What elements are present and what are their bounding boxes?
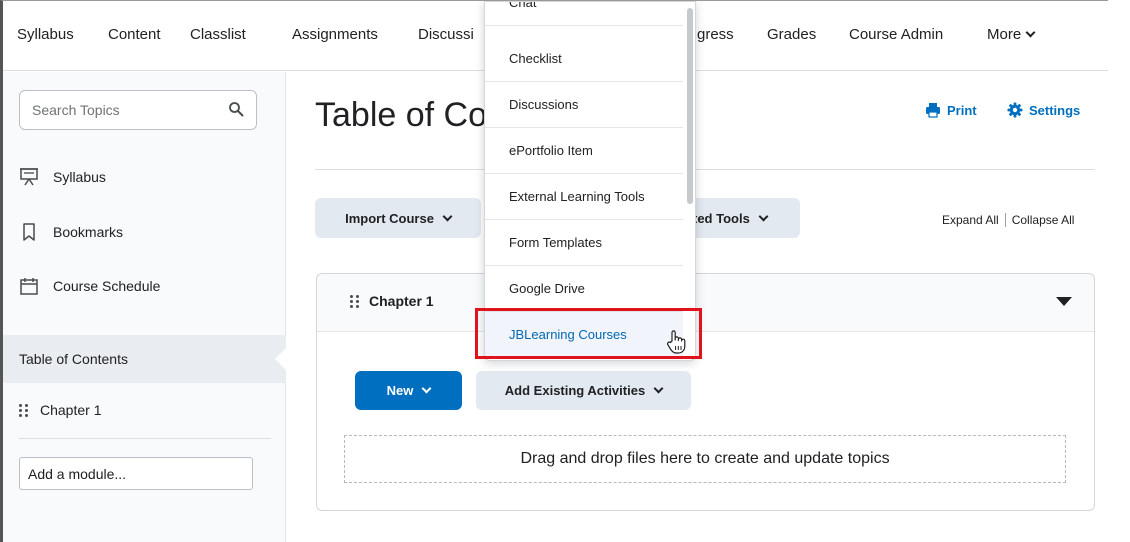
file-dropzone[interactable]: Drag and drop files here to create and u…	[344, 435, 1066, 483]
import-course-button[interactable]: Import Course	[315, 198, 481, 238]
expand-all-link[interactable]: Expand All	[942, 213, 999, 227]
menu-item-google-drive[interactable]: Google Drive	[485, 266, 683, 312]
module-label: Chapter 1	[40, 402, 102, 418]
nav-assignments[interactable]: Assignments	[292, 26, 378, 43]
caret-down-icon[interactable]	[1056, 297, 1072, 306]
content-sidebar: Syllabus Bookmarks Course Schedule Table…	[3, 72, 287, 542]
menu-item-chat[interactable]: Chat	[485, 2, 683, 26]
add-existing-dropdown-menu: Chat Checklist Discussions ePortfolio It…	[484, 1, 696, 361]
sidebar-module-chapter[interactable]: Chapter 1	[19, 402, 101, 418]
selected-indicator	[275, 347, 287, 371]
related-tools-label: ted Tools	[693, 210, 750, 226]
sidebar-table-of-contents[interactable]: Table of Contents	[3, 335, 287, 383]
sidebar-link-syllabus[interactable]: Syllabus	[19, 167, 106, 187]
calendar-icon	[20, 278, 38, 295]
nav-progress[interactable]: gress	[697, 26, 734, 43]
dropdown-scrollbar[interactable]	[687, 8, 693, 204]
page-title: Table of Co	[315, 96, 487, 134]
new-label: New	[386, 383, 414, 398]
settings-label: Settings	[1029, 102, 1081, 118]
toc-label: Table of Contents	[19, 351, 128, 367]
sidebar-link-label: Syllabus	[53, 169, 106, 185]
add-existing-activities-button[interactable]: Add Existing Activities	[476, 371, 691, 410]
add-existing-label: Add Existing Activities	[504, 383, 646, 398]
nav-more-menu[interactable]: More	[987, 26, 1036, 43]
module-header[interactable]: Chapter 1	[317, 274, 1094, 332]
add-module-input[interactable]: Add a module...	[19, 457, 253, 490]
nav-classlist[interactable]: Classlist	[190, 26, 246, 43]
sidebar-link-bookmarks[interactable]: Bookmarks	[19, 222, 123, 242]
drag-handle-icon[interactable]	[19, 403, 28, 417]
title-divider	[315, 169, 1095, 170]
search-box	[19, 90, 257, 130]
drag-handle-icon[interactable]	[350, 294, 359, 308]
menu-item-external-learning-tools[interactable]: External Learning Tools	[485, 174, 683, 220]
expand-collapse-links: Expand All Collapse All	[942, 213, 1074, 227]
gear-icon	[1007, 102, 1023, 118]
bookmark-icon	[23, 223, 35, 241]
divider	[1004, 213, 1006, 227]
chevron-down-icon	[421, 383, 432, 394]
nav-grades[interactable]: Grades	[767, 26, 816, 43]
nav-discussions[interactable]: Discussi	[418, 26, 474, 43]
search-icon[interactable]	[228, 101, 244, 117]
menu-item-form-templates[interactable]: Form Templates	[485, 220, 683, 266]
printer-icon	[926, 103, 940, 118]
import-course-label: Import Course	[345, 210, 434, 226]
print-label: Print	[947, 102, 977, 118]
search-topics-input[interactable]	[32, 91, 222, 129]
nav-course-admin[interactable]: Course Admin	[849, 26, 943, 43]
chevron-down-icon	[653, 383, 664, 394]
sidebar-link-label: Course Schedule	[53, 278, 161, 294]
module-title: Chapter 1	[350, 293, 434, 309]
nav-syllabus[interactable]: Syllabus	[17, 26, 74, 43]
collapse-all-link[interactable]: Collapse All	[1012, 213, 1075, 227]
hand-pointer-icon	[667, 330, 686, 354]
menu-item-discussions[interactable]: Discussions	[485, 82, 683, 128]
settings-button[interactable]: Settings	[1007, 102, 1080, 118]
nav-content[interactable]: Content	[108, 26, 161, 43]
chevron-down-icon	[1025, 27, 1036, 38]
print-button[interactable]: Print	[925, 102, 977, 118]
browser-frame: Syllabus Content Classlist Assignments D…	[0, 0, 1108, 542]
sidebar-link-course-schedule[interactable]: Course Schedule	[19, 276, 160, 296]
new-button[interactable]: New	[355, 371, 462, 410]
divider	[19, 438, 271, 439]
chevron-down-icon	[442, 211, 453, 221]
nav-more-label: More	[987, 26, 1022, 43]
sidebar-link-label: Bookmarks	[53, 224, 124, 240]
module-title-label: Chapter 1	[369, 293, 434, 309]
chevron-down-icon	[758, 211, 769, 221]
menu-item-checklist[interactable]: Checklist	[485, 36, 683, 82]
presentation-board-icon	[20, 168, 38, 186]
menu-item-eportfolio[interactable]: ePortfolio Item	[485, 128, 683, 174]
